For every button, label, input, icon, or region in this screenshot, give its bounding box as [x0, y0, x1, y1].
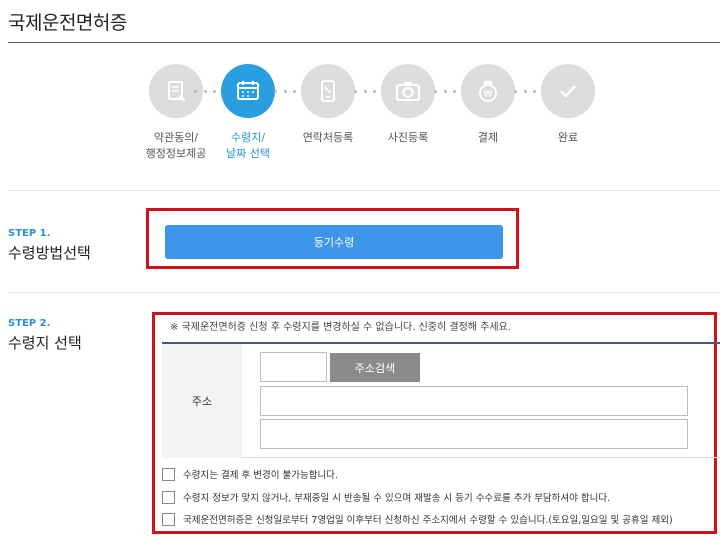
agree-checkbox[interactable] — [162, 512, 175, 526]
address-search-button[interactable]: 주소검색 — [330, 353, 420, 382]
step-label: 수령지/ — [230, 131, 266, 144]
check-icon — [541, 64, 595, 118]
step-label: 약관동의/ — [153, 131, 199, 144]
step-payment: ₩ 결제 — [448, 64, 528, 146]
step1-heading: 수령방법선택 — [8, 244, 91, 262]
agree-checkbox[interactable] — [162, 490, 175, 504]
step-label: 결제 — [477, 131, 499, 144]
step-photo: 사진등록 — [368, 64, 448, 146]
step-pickup-date: 수령지/날짜 선택 — [208, 64, 288, 162]
step-label: 행정정보제공 — [145, 147, 207, 160]
svg-text:₩: ₩ — [484, 90, 493, 100]
section-divider — [8, 190, 720, 191]
zip-code-input[interactable] — [260, 352, 327, 382]
camera-icon — [381, 64, 435, 118]
agree-check-row[interactable]: 국제운전면허증은 신청일로부터 7영업일 이후부터 신청하신 주소지에서 수령할… — [162, 512, 673, 526]
page-title: 국제운전면허증 — [8, 12, 127, 34]
step-contact: 연락처등록 — [288, 64, 368, 146]
section-divider — [8, 292, 720, 293]
address-line1-input[interactable] — [260, 386, 688, 416]
agree-check-label: 수령지는 결제 후 변경이 불가능합니다. — [183, 470, 338, 481]
payment-icon: ₩ — [461, 64, 515, 118]
calendar-icon — [221, 64, 275, 118]
step-label: 완료 — [557, 131, 579, 144]
progress-stepper: 약관동의/행정정보제공 수령지/날짜 선택 연락처등록 사진등록 ₩ 결제 완료 — [136, 64, 596, 164]
notice-text: ※ 국제운전면허증 신청 후 수령지를 변경하실 수 없습니다. 신중히 결정해… — [170, 322, 511, 333]
address-line2-input[interactable] — [260, 419, 688, 449]
step1-tag: STEP 1. — [8, 228, 51, 239]
address-label: 주소 — [162, 344, 242, 458]
agree-check-label: 수령지 정보가 맞지 않거나, 부재중일 시 반송될 수 있으며 재발송 시 등… — [183, 493, 611, 504]
agree-check-row[interactable]: 수령지 정보가 맞지 않거나, 부재중일 시 반송될 수 있으며 재발송 시 등… — [162, 490, 610, 504]
step-complete: 완료 — [528, 64, 608, 146]
agree-checkbox[interactable] — [162, 467, 175, 481]
step2-heading: 수령지 선택 — [8, 334, 82, 352]
title-divider — [8, 42, 720, 43]
step-label: 연락처등록 — [302, 131, 354, 144]
registered-mail-button[interactable]: 등기수령 — [165, 225, 503, 259]
phone-icon — [301, 64, 355, 118]
step2-tag: STEP 2. — [8, 318, 51, 329]
step-label: 날짜 선택 — [226, 147, 270, 160]
agree-check-label: 국제운전면허증은 신청일로부터 7영업일 이후부터 신청하신 주소지에서 수령할… — [183, 515, 673, 526]
step-terms: 약관동의/행정정보제공 — [136, 64, 216, 162]
step-label: 사진등록 — [387, 131, 429, 144]
agree-check-row[interactable]: 수령지는 결제 후 변경이 불가능합니다. — [162, 467, 338, 481]
